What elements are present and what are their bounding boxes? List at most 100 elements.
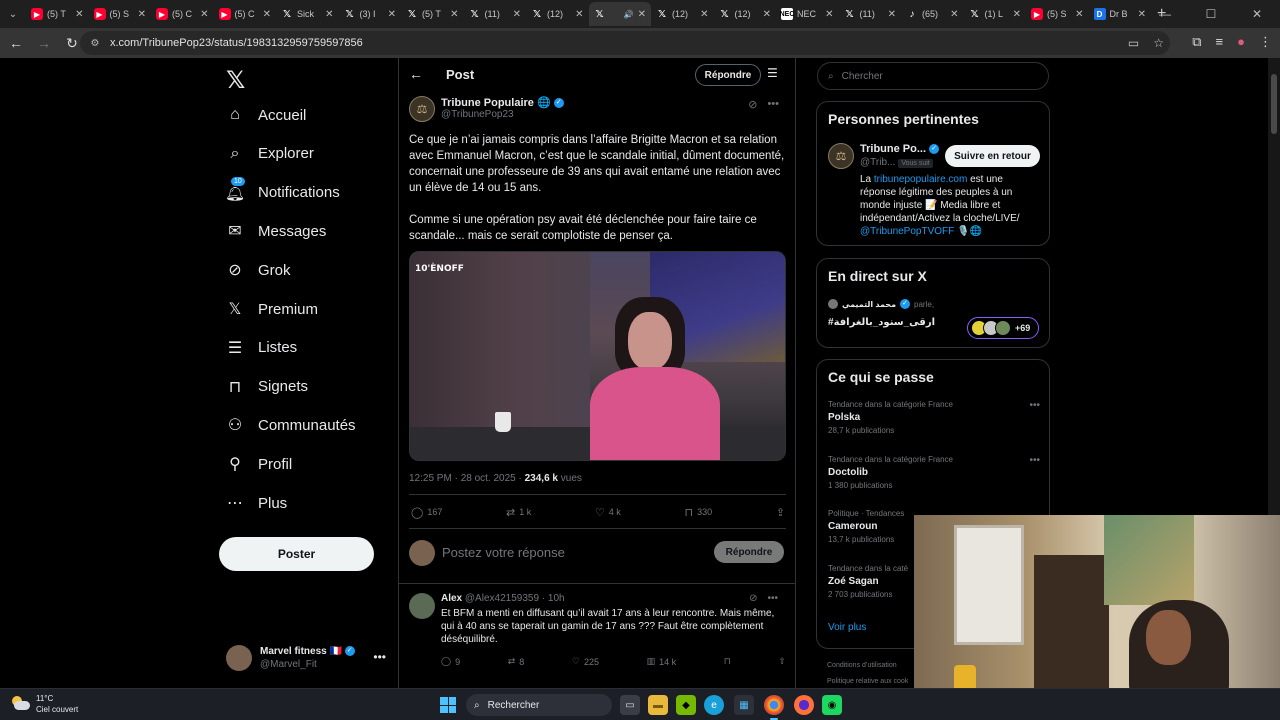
more-icon[interactable]: ••• [1029,455,1040,466]
edge-icon[interactable]: e [704,695,724,715]
back-arrow-icon[interactable]: ← [409,66,423,82]
close-window-button[interactable]: ✕ [1234,7,1280,21]
nav-item-premium[interactable]: 𝕏 Premium [226,294,318,324]
extensions-icon[interactable]: ⧉ [1192,34,1201,50]
weather-widget[interactable]: 11°C Ciel couvert [10,693,78,715]
tab-search-button[interactable]: ⌄ [0,0,26,28]
account-switcher[interactable]: Marvel fitness 🇫🇷 ✓ @Marvel_Fit ••• [226,642,386,674]
nav-item-plus[interactable]: ⋯ Plus [226,488,287,518]
bio-mention[interactable]: @TribunePopTVOFF [860,226,954,237]
more-icon[interactable]: ••• [1029,400,1040,411]
taskbar-search[interactable]: ⌕ Rechercher [466,694,612,716]
browser-menu-icon[interactable]: ⋮ [1259,34,1272,50]
retweet-action[interactable]: ⇄ 1 k [506,504,531,520]
browser-tab[interactable]: 𝕏 (11) ✕ [839,2,902,26]
share-action[interactable]: ⇪ [776,504,785,520]
bookmark-star-icon[interactable]: ☆ [1153,36,1164,50]
reply-author-handle[interactable]: @Alex42159359 [465,593,539,604]
tab-close-icon[interactable]: ✕ [638,9,646,20]
author-handle[interactable]: @TribunePop23 [441,109,514,120]
browser-tab[interactable]: 𝕏 (3) I ✕ [339,2,402,26]
views-action[interactable]: ▥ 14 k [647,656,677,667]
bookmark-action[interactable]: ⊓ 330 [684,504,712,520]
author-name[interactable]: Tribune Populaire [441,97,534,109]
nav-item-messages[interactable]: ✉ Messages [226,216,326,246]
tab-close-icon[interactable]: ✕ [200,9,208,20]
browser-tab[interactable]: ▶ (5) C ✕ [214,2,277,26]
live-card[interactable]: En direct sur X محمد التميمي ✓ parle, #ا… [816,258,1050,348]
bookmark-action[interactable]: ⊓ [724,656,731,667]
browser-tab[interactable]: 𝕏 🔊 ✕ [588,2,651,26]
site-info-icon[interactable]: ⚙ [88,36,102,50]
follow-back-button[interactable]: Suivre en retour [945,145,1040,167]
minimize-button[interactable]: — [1142,7,1188,21]
nav-item-accueil[interactable]: ⌂ Accueil [226,100,306,130]
browser-tab[interactable]: ▶ (5) S ✕ [89,2,152,26]
like-action[interactable]: ♡ 4 k [595,504,621,520]
tab-close-icon[interactable]: ✕ [888,9,896,20]
browser-tab[interactable]: ♪ (65) ✕ [901,2,964,26]
nav-item-listes[interactable]: ☰ Listes [226,333,297,363]
reply-tweet[interactable]: Alex @Alex42159359 · 10h ⊘ ••• Et BFM a … [409,591,786,681]
cast-icon[interactable]: ▭ [1128,36,1139,50]
tab-close-icon[interactable]: ✕ [700,9,708,20]
reply-submit-button[interactable]: Répondre [714,541,784,563]
browser-tab[interactable]: ▶ (5) S ✕ [1026,2,1089,26]
browser-tab[interactable]: 𝕏 (5) T ✕ [401,2,464,26]
nav-item-grok[interactable]: ⊘ Grok [226,255,290,285]
browser-tab[interactable]: 𝕏 (11) ✕ [464,2,527,26]
post-button[interactable]: Poster [219,537,374,571]
maximize-button[interactable]: ☐ [1188,7,1234,21]
cookie-policy-link[interactable]: Politique relative aux cook [827,674,908,688]
more-icon[interactable]: ••• [373,650,386,664]
nav-item-communautés[interactable]: ⚇ Communautés [226,410,356,440]
scales-logo-avatar[interactable]: ⚖ [828,143,854,169]
trend-item[interactable]: Tendance dans la catégorie France Polska 2… [828,400,1040,450]
tab-close-icon[interactable]: ✕ [950,9,958,20]
profile-icon[interactable]: ● [1237,34,1245,50]
relevant-name[interactable]: Tribune Po... [860,143,926,155]
chrome-icon[interactable] [764,695,784,720]
browser-tab[interactable]: 𝕏 (1) L ✕ [964,2,1027,26]
scrollbar-thumb[interactable] [1271,74,1277,134]
avatar[interactable] [409,593,435,619]
reply-author-name[interactable]: Alex [441,593,462,604]
nav-item-profil[interactable]: ⚲ Profil [226,449,292,479]
sliders-icon[interactable]: ☰ [767,66,778,80]
browser-tab[interactable]: 𝕏 (12) ✕ [526,2,589,26]
tab-close-icon[interactable]: ✕ [575,9,583,20]
media-control-icon[interactable]: ≡ [1216,34,1224,50]
search-input[interactable]: ⌕ Chercher [817,62,1049,90]
tab-close-icon[interactable]: ✕ [75,9,83,20]
tab-close-icon[interactable]: ✕ [1013,9,1021,20]
trend-item[interactable]: Tendance dans la catégorie France Doctoli… [828,455,1040,505]
tab-close-icon[interactable]: ✕ [450,9,458,20]
app-icon[interactable]: ◉ [822,695,842,715]
tab-close-icon[interactable]: ✕ [138,9,146,20]
retweet-action[interactable]: ⇄ 8 [508,656,525,667]
back-button[interactable]: ← [4,31,28,55]
reply-action[interactable]: ◯ 167 [411,504,442,520]
scales-logo-avatar[interactable]: ⚖ [409,96,435,122]
tab-close-icon[interactable]: ✕ [1075,9,1083,20]
task-view-icon[interactable]: ▭ [620,695,640,715]
forward-button[interactable]: → [32,31,56,55]
nav-item-explorer[interactable]: ⌕ Explorer [226,139,314,169]
browser-tab[interactable]: 𝕏 (12) ✕ [714,2,777,26]
browser-tab[interactable]: 𝕏 Sick ✕ [276,2,339,26]
grok-icon[interactable]: ⊘ [749,593,757,604]
relevant-handle[interactable]: @Trib... [860,157,895,168]
nvidia-icon[interactable]: ◆ [676,695,696,715]
tab-close-icon[interactable]: ✕ [513,9,521,20]
bio-link[interactable]: tribunepopulaire.com [874,174,967,185]
browser-tab[interactable]: NEC NEC ✕ [776,2,839,26]
reply-input[interactable]: Postez votre réponse [442,545,565,560]
tab-close-icon[interactable]: ✕ [763,9,771,20]
reply-action[interactable]: ◯ 9 [441,656,460,667]
store-icon[interactable]: ▦ [734,695,754,715]
terms-link[interactable]: Conditions d’utilisation [827,658,908,674]
reply-filter-button[interactable]: Répondre [695,64,761,86]
address-bar[interactable]: ⚙ x.com/TribunePop23/status/198313295975… [80,31,1170,55]
share-action[interactable]: ⇪ [778,656,786,667]
nav-item-notifications[interactable]: 🔔︎ 10 Notifications [225,175,340,208]
